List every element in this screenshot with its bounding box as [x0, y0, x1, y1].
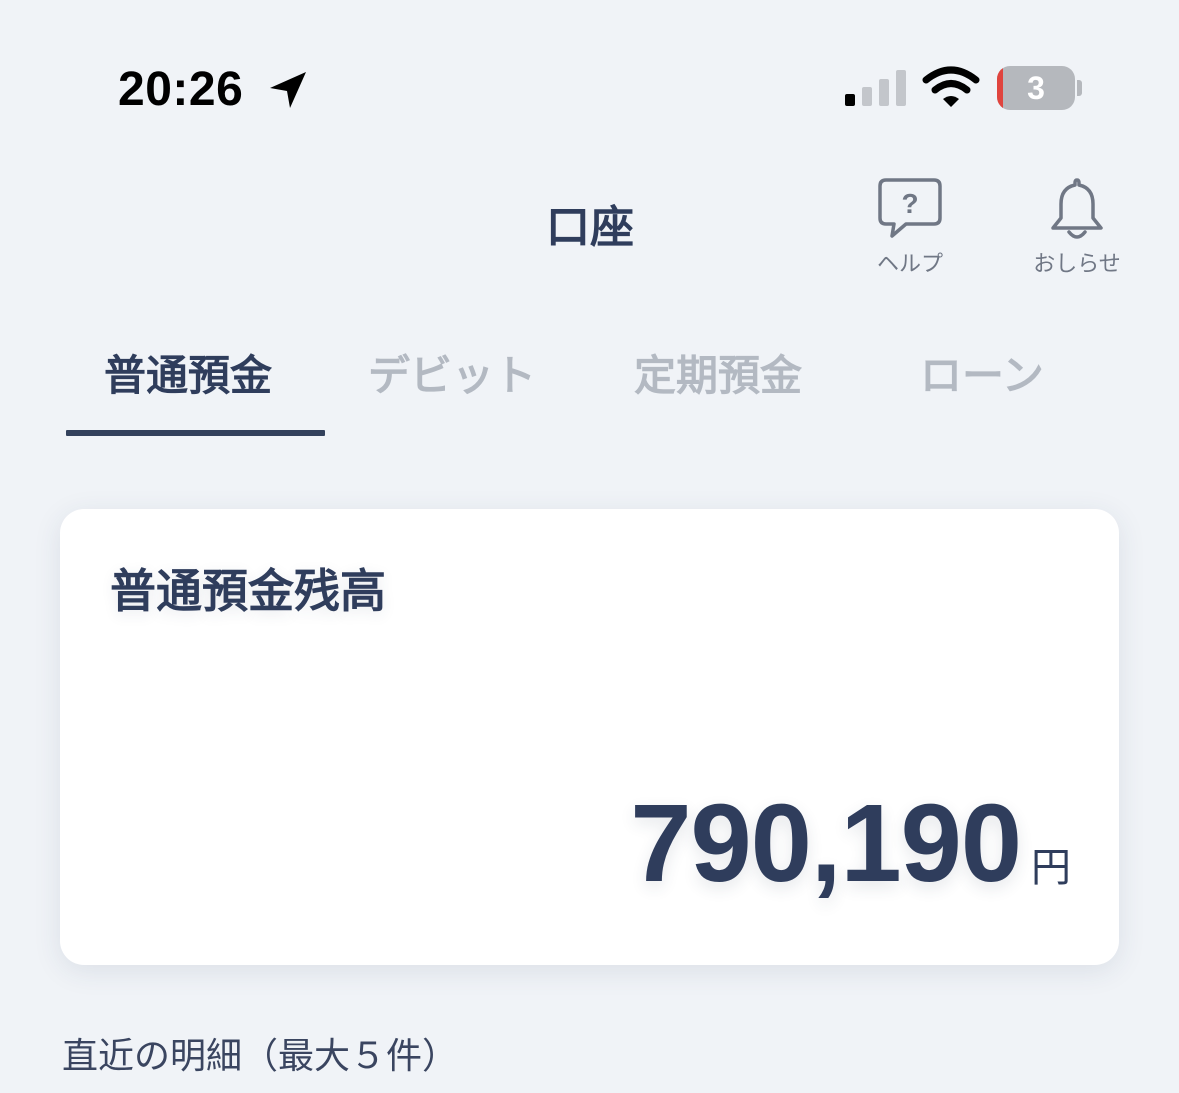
cellular-signal-icon	[845, 70, 906, 106]
balance-amount: 790,190	[630, 782, 1022, 905]
active-tab-indicator	[66, 430, 325, 436]
balance-unit: 円	[1031, 845, 1071, 891]
notice-label: おしらせ	[1033, 252, 1121, 277]
status-time: 20:26	[118, 63, 244, 116]
balance-card[interactable]: 普通預金残高 790,190 円	[60, 509, 1119, 965]
bell-icon	[1051, 178, 1103, 239]
recent-transactions-heading: 直近の明細（最大５件）	[62, 1036, 459, 1077]
tab-loan[interactable]: ローン	[920, 346, 1044, 406]
tab-savings[interactable]: 普通預金	[104, 346, 272, 406]
help-label: ヘルプ	[876, 252, 943, 277]
tab-time-deposit[interactable]: 定期預金	[634, 346, 802, 406]
wifi-icon	[922, 66, 980, 107]
location-arrow-icon	[270, 72, 306, 108]
help-button[interactable]: ? ヘルプ	[862, 174, 958, 284]
svg-text:?: ?	[901, 188, 918, 219]
notice-button[interactable]: おしらせ	[1018, 174, 1136, 284]
balance-card-title: 普通預金残高	[110, 564, 386, 618]
battery-nub	[1077, 80, 1082, 96]
help-bubble-icon: ?	[878, 178, 942, 238]
page-title: 口座	[546, 202, 634, 253]
app-screen: 20:26 3 口座 ? ヘルプ おしらせ 普通預金 デビット 定期預金 ローン…	[0, 0, 1179, 1093]
tab-debit[interactable]: デビット	[368, 346, 536, 406]
balance-row: 790,190 円	[630, 779, 1071, 909]
battery-level: 3	[1027, 70, 1045, 106]
battery-icon: 3	[997, 66, 1075, 110]
